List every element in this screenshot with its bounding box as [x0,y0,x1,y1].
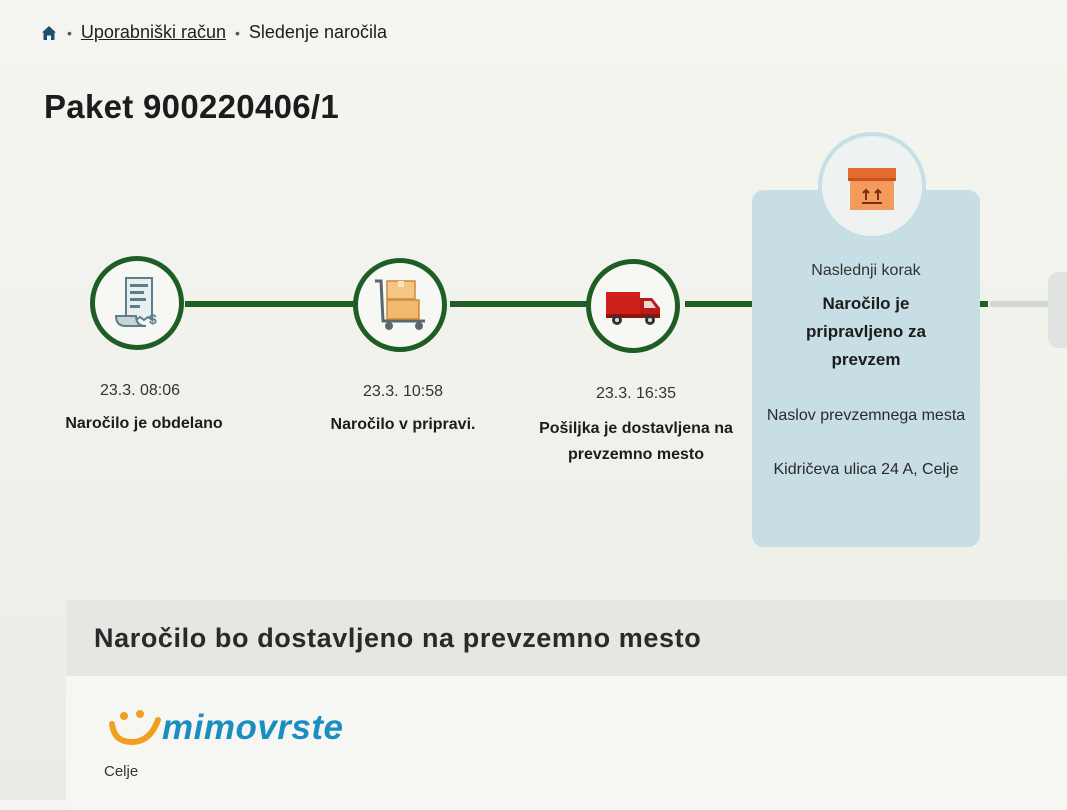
track-line-segment [450,301,588,307]
carrier-logo-text: mimovrste [162,708,344,747]
step-3-label-line-1: Pošiljka je dostavljena na [539,420,733,437]
next-step-card-partial [1048,272,1067,348]
track-line-segment [185,301,357,307]
step-2-circle [353,258,447,352]
step-1-time: 23.3. 08:06 [99,382,181,399]
step-2-time: 23.3. 10:58 [362,383,444,400]
step-3-label: Pošiljka je dostavljena na prevzemno mes… [506,416,766,468]
track-line-segment [685,301,755,307]
smile-logo-icon [109,710,161,746]
next-step-title: Naročilo je pripravljeno za prevzem [806,294,926,369]
delivery-heading: Naročilo bo dostavljeno na prevzemno mes… [66,600,1067,676]
breadcrumb-separator: • [234,24,240,41]
home-icon[interactable] [40,24,58,42]
step-1-label: Naročilo je obdelano [65,415,223,432]
delivery-panel: Naročilo bo dostavljeno na prevzemno mes… [66,600,1067,810]
next-step-circle [818,132,926,240]
step-3-time: 23.3. 16:35 [595,385,677,402]
svg-text:$: $ [149,311,157,327]
package-box-icon [848,168,896,210]
receipt-icon: $ [114,277,157,327]
trolley-boxes-icon [375,279,425,330]
step-3-circle [586,259,680,353]
pickup-address-label: Naslov prevzemnega mesta [766,407,966,424]
step-2-label: Naročilo v pripravi. [330,416,476,433]
step-1-circle: $ [90,256,184,350]
delivery-truck-icon [606,292,660,325]
breadcrumb: • Uporabniški račun • Sledenje naročila [40,22,387,43]
next-step-card: Naslednji korak Naročilo je pripravljeno… [752,190,980,547]
step-3-label-line-2: prevzemno mesto [567,446,705,463]
carrier-logo: mimovrste [106,708,344,748]
pickup-address: Kidričeva ulica 24 A, Celje [773,461,959,478]
pickup-city: Celje [104,763,139,780]
breadcrumb-link-account[interactable]: Uporabniški račun [81,22,226,43]
next-step-caption: Naslednji korak [811,262,921,279]
breadcrumb-current: Sledenje naročila [248,22,387,42]
breadcrumb-separator: • [67,24,72,41]
track-line-segment [990,301,1052,307]
page-title: Paket 900220406/1 [44,88,340,125]
